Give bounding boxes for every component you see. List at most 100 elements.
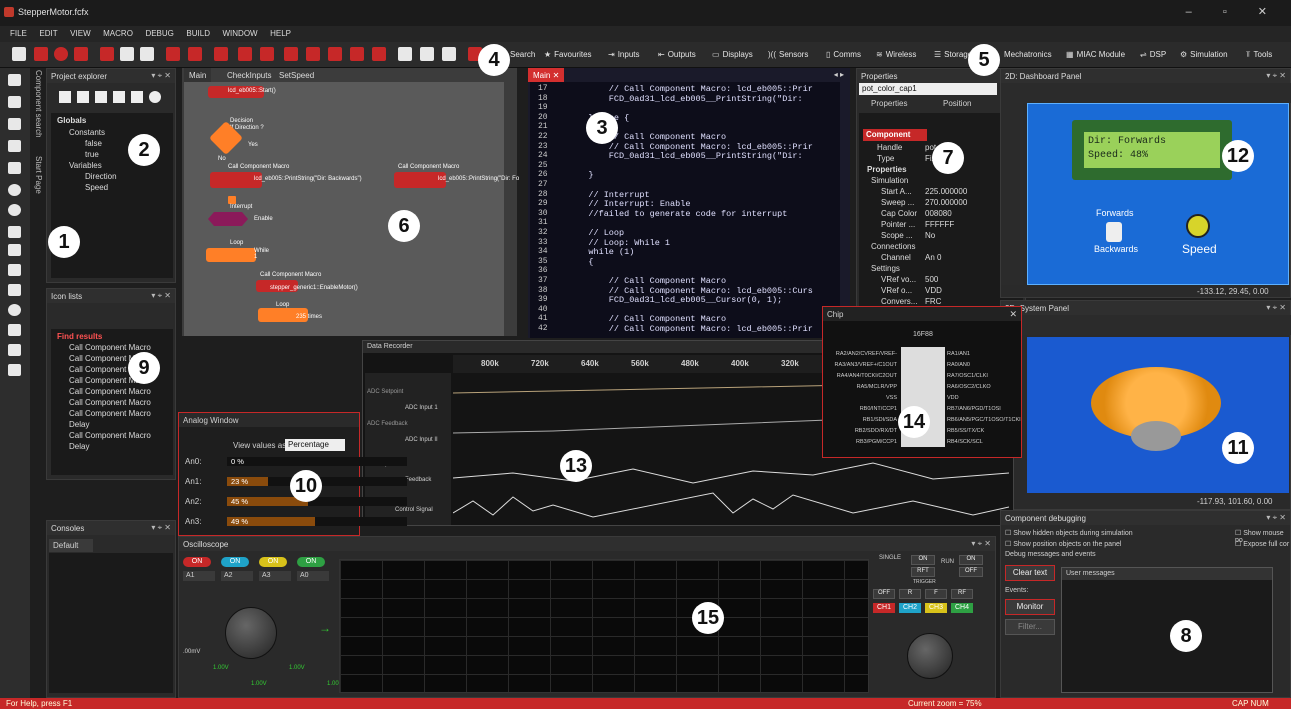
channel-on-toggle[interactable]: ON xyxy=(183,557,211,567)
lcd-board[interactable]: Dir: Forwards Speed: 48% xyxy=(1072,120,1232,180)
code-line[interactable]: // Call Component Macro: lcd_eb005::Prir xyxy=(568,84,813,94)
chip-pin-left[interactable]: RA5/MCLR/VPP xyxy=(857,384,897,390)
menu-file[interactable]: FILE xyxy=(10,29,27,38)
channel-source-select[interactable]: A0 xyxy=(297,571,329,581)
palette-icon-14[interactable] xyxy=(8,344,21,356)
channel-select-button[interactable]: CH2 xyxy=(899,603,921,613)
close-icon[interactable]: ▾ ⌖ ✕ xyxy=(1266,71,1286,81)
code-line[interactable]: FCD_0ad31_lcd_eb005__Cursor(0, 1); xyxy=(568,295,782,305)
trigger-mode-button[interactable]: OFF xyxy=(873,589,895,599)
new-icon[interactable] xyxy=(12,47,26,61)
view-mode-select[interactable]: Percentage xyxy=(285,439,345,451)
paste-icon[interactable] xyxy=(140,47,154,61)
toolbar-favourites[interactable]: ★ Favourites xyxy=(544,50,592,59)
prop-sweep[interactable]: Sweep ... 270.000000 xyxy=(859,198,1023,209)
ev-icon[interactable] xyxy=(149,91,161,103)
play-icon[interactable] xyxy=(284,47,298,61)
compile-icon[interactable] xyxy=(260,47,274,61)
toolbar-inputs[interactable]: ⇥ Inputs xyxy=(608,50,640,59)
component-section[interactable]: Component xyxy=(863,129,927,141)
menu-window[interactable]: WINDOW xyxy=(222,29,257,38)
console-output[interactable] xyxy=(49,553,173,693)
pause-icon[interactable] xyxy=(306,47,320,61)
stop-icon[interactable] xyxy=(328,47,342,61)
list-item[interactable]: Delay xyxy=(69,419,89,430)
step-over-icon[interactable] xyxy=(372,47,386,61)
run-off-button[interactable]: OFF xyxy=(959,567,983,577)
code-line[interactable]: while (1) xyxy=(568,247,634,257)
palette-icon-12[interactable] xyxy=(8,304,21,316)
const-false[interactable]: false xyxy=(85,138,102,149)
prop-pointer-color[interactable]: Pointer ... FFFFFF xyxy=(859,220,1023,231)
chip-pin-right[interactable]: RA0/AN0 xyxy=(947,362,970,368)
speed-knob[interactable] xyxy=(1186,214,1210,238)
rft-button[interactable]: RFT xyxy=(911,567,935,577)
direction-switch[interactable] xyxy=(1106,222,1122,242)
globals-node[interactable]: Globals xyxy=(57,115,86,126)
trigger-mode-button[interactable]: F xyxy=(925,589,947,599)
cut-icon[interactable] xyxy=(100,47,114,61)
code-line[interactable]: // Call Component Macro xyxy=(568,314,726,324)
close-icon[interactable]: ▾ ⌖ ✕ xyxy=(151,523,171,533)
list-item[interactable]: Delay xyxy=(69,441,89,452)
volts-knob[interactable] xyxy=(907,633,953,679)
monitor-button[interactable]: Monitor xyxy=(1005,599,1055,615)
system-toolbar[interactable] xyxy=(1001,315,1291,335)
close-icon[interactable]: ▾ ⌖ ✕ xyxy=(971,539,991,549)
toolbar-wireless[interactable]: ≋ Wireless xyxy=(876,50,916,59)
palette-icon-6[interactable] xyxy=(8,184,21,196)
trigger-mode-button[interactable]: R xyxy=(899,589,921,599)
tab-setspeed[interactable]: SetSpeed xyxy=(274,68,319,82)
code-editor[interactable]: 17 // Call Component Macro: lcd_eb005::P… xyxy=(530,82,840,338)
timebase-knob[interactable] xyxy=(225,607,277,659)
dashboard-canvas[interactable]: Dir: Forwards Speed: 48% Forwards Backwa… xyxy=(1027,103,1289,285)
property-object-select[interactable]: pot_color_cap1 xyxy=(859,83,997,95)
palette-icon-3[interactable] xyxy=(8,118,21,130)
clear-text-button[interactable]: Clear text xyxy=(1005,565,1055,581)
list-item[interactable]: Call Component Macro xyxy=(69,408,151,419)
constants-node[interactable]: Constants xyxy=(69,127,105,138)
close-icon[interactable]: ✕ xyxy=(1009,309,1017,320)
filter-button[interactable]: Filter... xyxy=(1005,619,1055,635)
palette-icon-10[interactable] xyxy=(8,264,21,276)
table-icon[interactable] xyxy=(113,91,125,103)
pen-icon[interactable] xyxy=(59,91,71,103)
run-on-button[interactable]: ON xyxy=(959,555,983,565)
show-hidden-checkbox[interactable]: ☐ Show hidden objects during simulation xyxy=(1005,529,1133,537)
palette-icon-9[interactable] xyxy=(8,244,21,256)
chip-pin-right[interactable]: RA7/OSC1/CLKI xyxy=(947,373,988,379)
simulation-section[interactable]: Simulation xyxy=(859,176,1023,187)
find-results-node[interactable]: Find results xyxy=(57,331,102,342)
palette-icon-13[interactable] xyxy=(8,324,21,336)
print-icon[interactable] xyxy=(214,47,228,61)
compile-chip-icon[interactable] xyxy=(442,47,456,61)
chip-pin-right[interactable]: RB7/AN6/PGD/T1OSI xyxy=(947,406,1001,412)
list-item[interactable]: Call Component Macro xyxy=(69,386,151,397)
code-line[interactable]: // Call Component Macro: lcd_eb005::Curs xyxy=(568,286,813,296)
palette-icon-15[interactable] xyxy=(8,364,21,376)
palette-icon-4[interactable] xyxy=(8,140,21,152)
code-line[interactable]: { xyxy=(568,257,593,267)
toolbar-storage[interactable]: ☰ Storage xyxy=(934,50,972,59)
channel-source-select[interactable]: A1 xyxy=(183,571,215,581)
interrupt-node[interactable] xyxy=(208,212,248,226)
palette-icon-7[interactable] xyxy=(8,204,21,216)
copy-icon[interactable] xyxy=(120,47,134,61)
toolbar-search[interactable]: Search xyxy=(510,50,535,59)
grid-icon[interactable] xyxy=(131,91,143,103)
close-icon[interactable]: ▾ ⌖ ✕ xyxy=(151,71,171,81)
toolbar-sensors[interactable]: )((Sensors xyxy=(768,50,808,59)
const-true[interactable]: true xyxy=(85,149,99,160)
menu-debug[interactable]: DEBUG xyxy=(145,29,173,38)
palette-icon-11[interactable] xyxy=(8,284,21,296)
motor-body[interactable] xyxy=(1131,421,1181,451)
var-speed[interactable]: Speed xyxy=(85,182,108,193)
menu-help[interactable]: HELP xyxy=(270,29,291,38)
system-canvas[interactable] xyxy=(1027,337,1289,493)
code-line[interactable]: } xyxy=(568,170,593,180)
console-tab-default[interactable]: Default xyxy=(49,539,93,552)
palette-icon-8[interactable] xyxy=(8,226,21,238)
chip-pin-left[interactable]: RA3/AN3/VREF+/C1OUT xyxy=(834,362,897,368)
chip-pin-left[interactable]: RB0/INT/CCP1 xyxy=(860,406,897,412)
expose-full-checkbox[interactable]: ☐ Expose full cor xyxy=(1235,540,1289,548)
